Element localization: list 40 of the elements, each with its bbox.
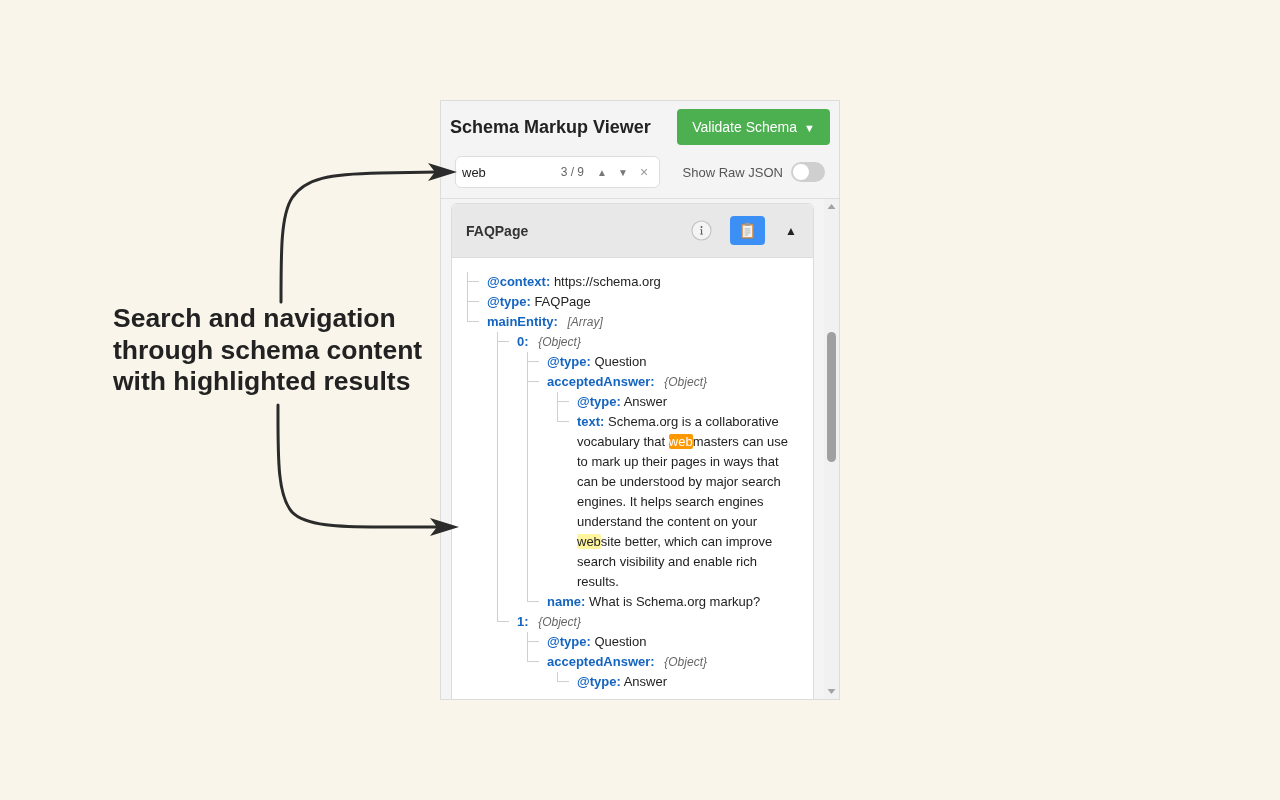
property-key: acceptedAnswer: <box>547 654 655 669</box>
type-hint: [Array] <box>567 315 603 329</box>
property-key: @type: <box>547 354 591 369</box>
property-value: https://schema.org <box>553 274 661 289</box>
scrollbar-thumb[interactable] <box>827 332 836 462</box>
property-key: mainEntity: <box>487 314 558 329</box>
card-title: FAQPage <box>466 222 529 239</box>
raw-json-label: Show Raw JSON <box>682 164 783 180</box>
property-key: acceptedAnswer: <box>547 374 655 389</box>
property-key: name: <box>547 594 586 609</box>
type-hint: {Object} <box>538 335 581 349</box>
property-value: Question <box>594 634 647 649</box>
property-value: Answer <box>623 674 667 689</box>
validate-button[interactable]: Validate Schema ▼ <box>677 109 830 145</box>
viewer-title: Schema Markup Viewer <box>450 116 651 138</box>
property-value: Question <box>594 354 647 369</box>
type-hint: {Object} <box>538 615 581 629</box>
type-hint: {Object} <box>664 375 707 389</box>
property-key: @context: <box>487 274 551 289</box>
next-match-button[interactable]: ▼ <box>614 162 632 182</box>
clear-search-button[interactable]: × <box>635 162 653 182</box>
clipboard-icon <box>741 222 754 239</box>
property-key: @type: <box>577 674 621 689</box>
annotation-text: Search and navigation through schema content with highlighted results <box>113 303 424 398</box>
property-key: 0: <box>517 334 529 349</box>
property-key: @type: <box>547 634 591 649</box>
property-value: What is Schema.org markup? <box>588 594 761 609</box>
search-field[interactable]: web 3 / 9 ▲ ▼ × <box>455 156 660 188</box>
type-hint: {Object} <box>664 655 707 669</box>
previous-match-button[interactable]: ▲ <box>593 162 611 182</box>
property-key: @type: <box>577 394 621 409</box>
collapse-button[interactable]: ▲ <box>777 218 805 243</box>
match-count: 3 / 9 <box>560 165 584 179</box>
info-icon[interactable] <box>691 220 712 241</box>
property-key: 1: <box>517 614 529 629</box>
property-key: @type: <box>487 294 531 309</box>
copy-button[interactable] <box>730 216 765 245</box>
property-value: FAQPage <box>534 294 591 309</box>
raw-json-toggle[interactable] <box>791 162 825 182</box>
property-value: Answer <box>623 394 667 409</box>
